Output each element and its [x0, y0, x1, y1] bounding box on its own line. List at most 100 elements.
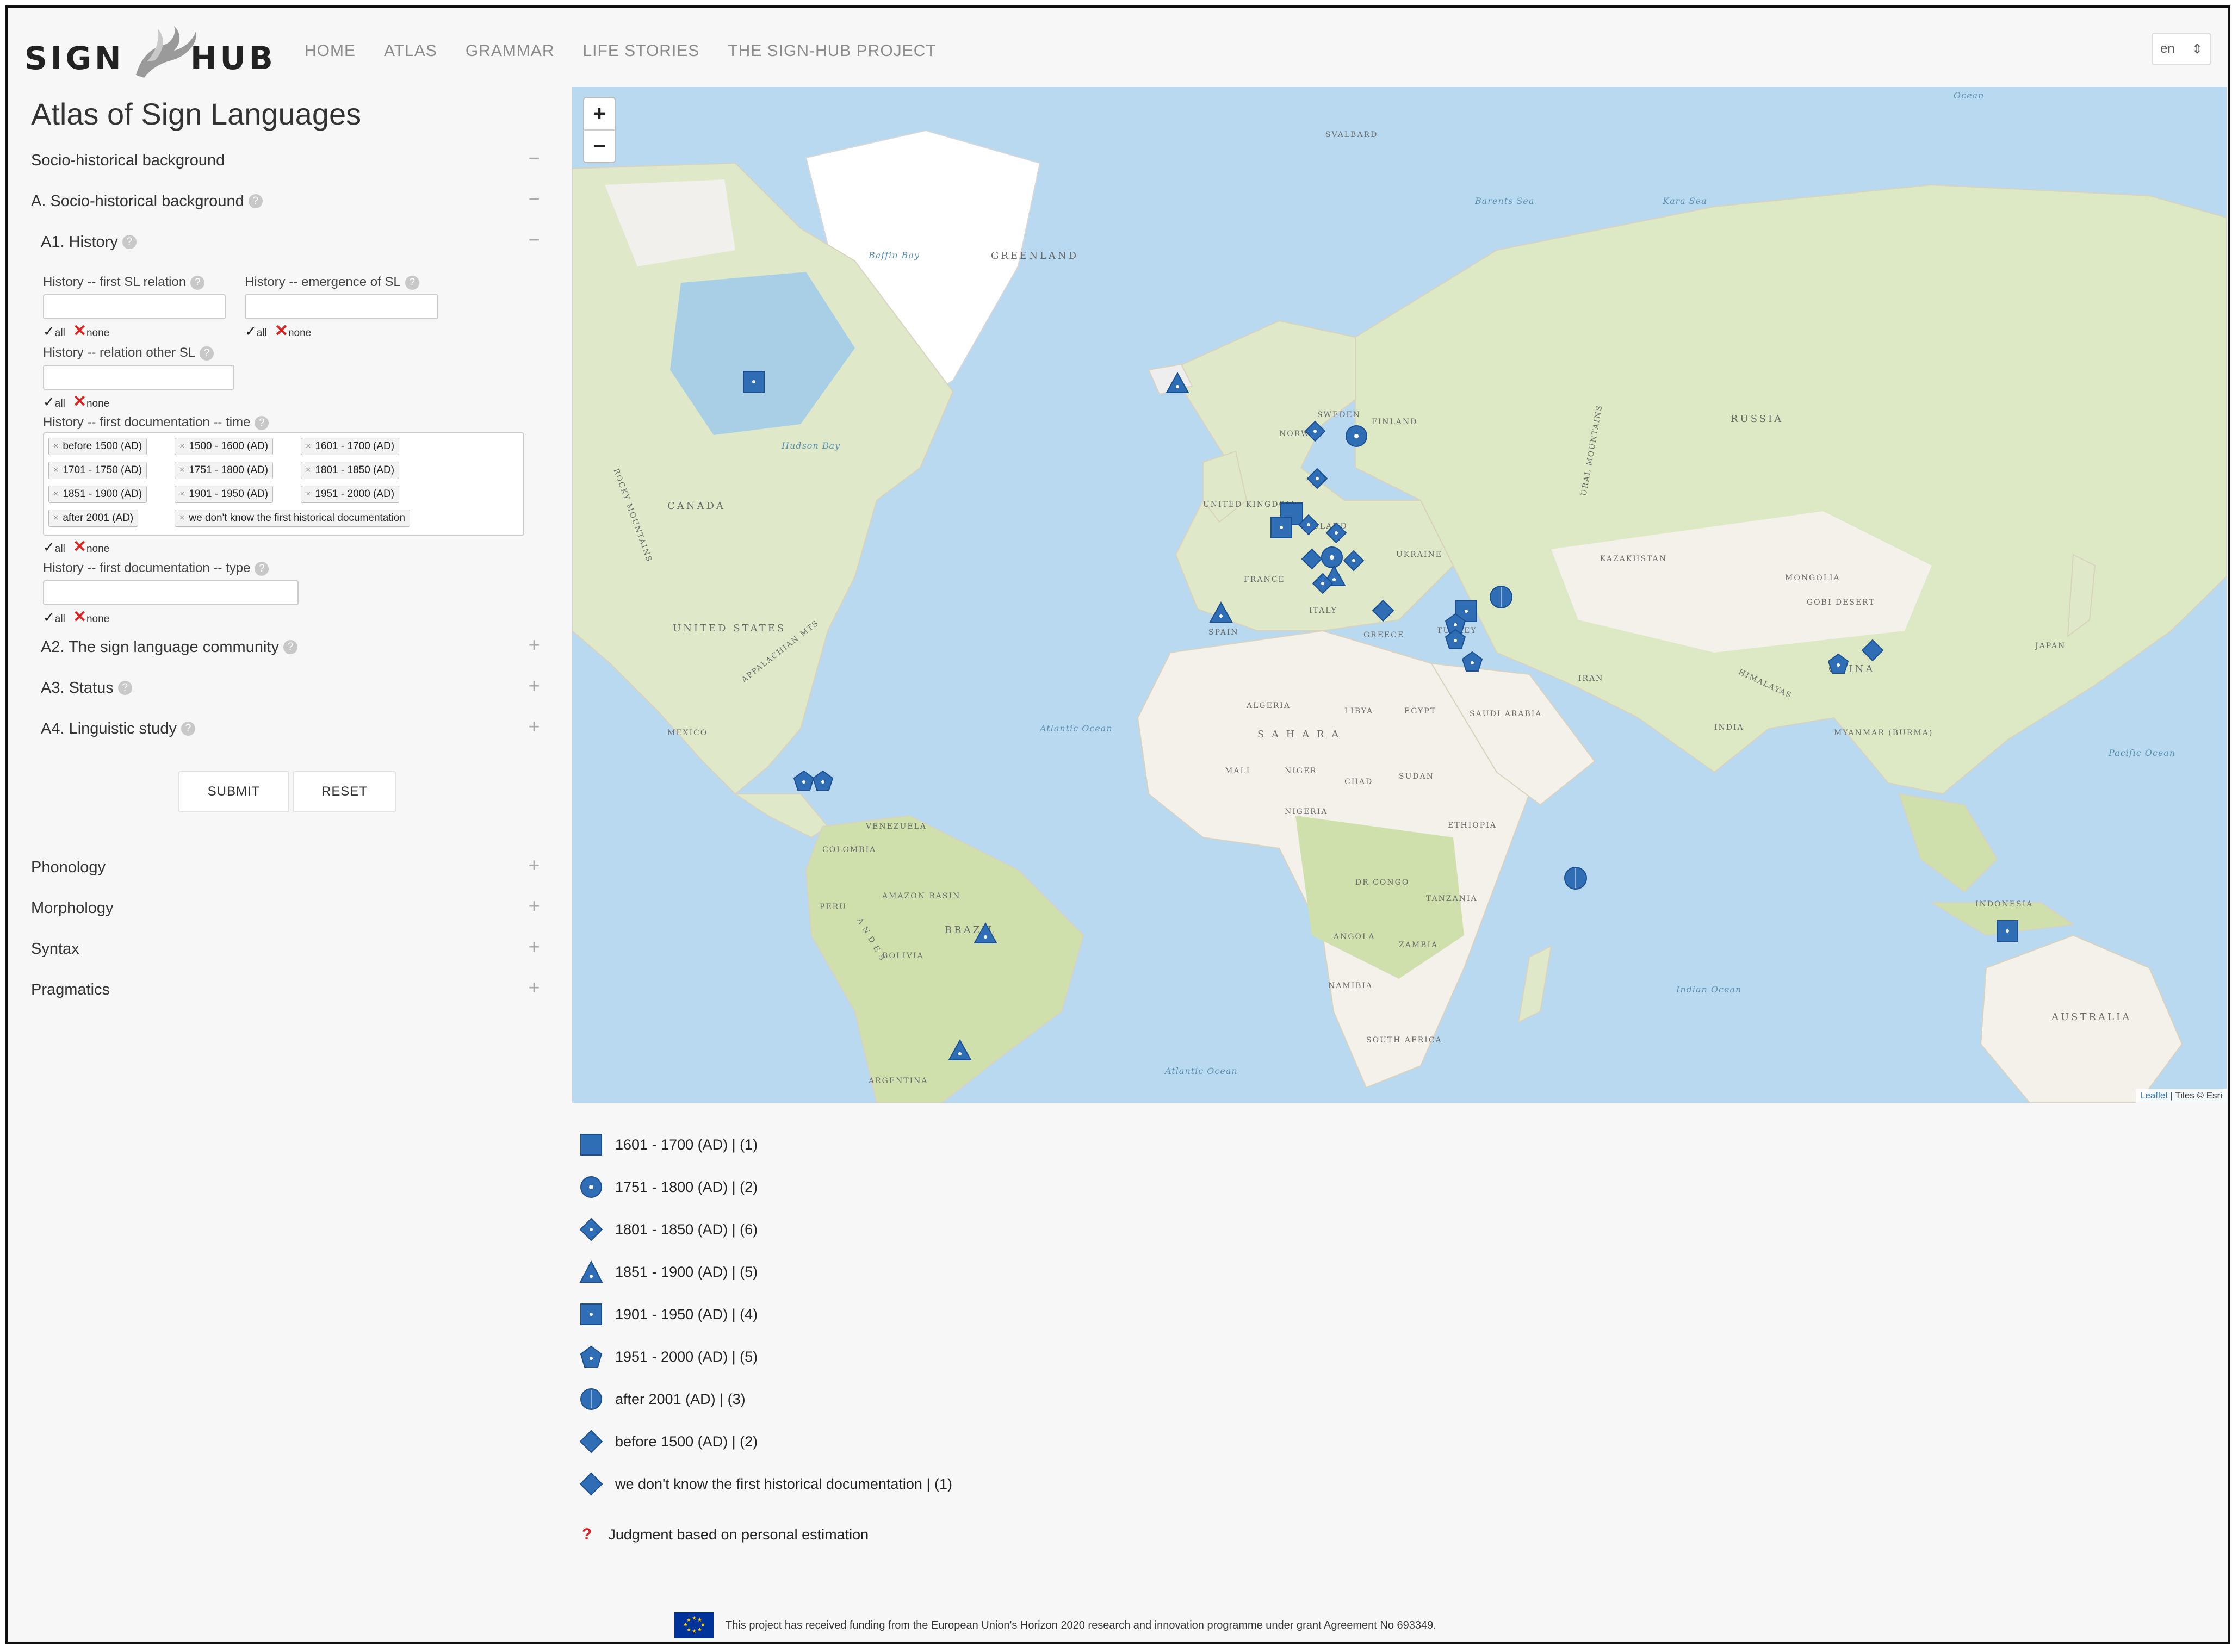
section-a-socio-historical[interactable]: A. Socio-historical background ? − [31, 188, 545, 215]
map-marker-diamond[interactable] [1861, 639, 1884, 662]
map-marker-diamond[interactable] [1301, 548, 1323, 570]
help-icon[interactable]: ? [122, 235, 137, 249]
select-all-link[interactable]: all [55, 327, 65, 339]
help-icon[interactable]: ? [200, 346, 214, 361]
nav-sign-hub-project[interactable]: THE SIGN-HUB PROJECT [728, 42, 936, 60]
cross-icon[interactable]: ✕ [73, 538, 86, 556]
section-a4-linguistic-study[interactable]: A4. Linguistic study ? + [41, 715, 545, 742]
tag-unknown-documentation[interactable]: × we don't know the first historical docu… [175, 510, 410, 527]
help-icon[interactable]: ? [248, 194, 263, 208]
map-marker-circle[interactable] [1344, 424, 1368, 448]
help-icon[interactable]: ? [255, 561, 269, 576]
expand-icon[interactable]: + [523, 895, 545, 917]
leaflet-link[interactable]: Leaflet [2140, 1090, 2168, 1101]
expand-icon[interactable]: + [523, 854, 545, 877]
select-none-link[interactable]: none [86, 613, 109, 625]
check-icon[interactable]: ✓ [245, 323, 257, 339]
zoom-in-button[interactable]: + [584, 98, 615, 131]
select-all-link[interactable]: all [55, 398, 65, 409]
select-none-link[interactable]: none [86, 543, 109, 555]
check-icon[interactable]: ✓ [43, 323, 55, 339]
section-pragmatics[interactable]: Pragmatics + [31, 976, 545, 1003]
tag-remove-icon[interactable]: × [53, 442, 58, 451]
tag-remove-icon[interactable]: × [179, 442, 184, 451]
select-all-link[interactable]: all [55, 613, 65, 625]
select-none-link[interactable]: none [288, 327, 311, 339]
tag-remove-icon[interactable]: × [179, 489, 184, 499]
tag-1951-2000[interactable]: × 1951 - 2000 (AD) [301, 486, 400, 503]
expand-icon[interactable]: + [523, 976, 545, 999]
emergence-of-sl-input[interactable] [245, 294, 438, 319]
tag-remove-icon[interactable]: × [53, 465, 58, 475]
tag-remove-icon[interactable]: × [306, 489, 311, 499]
sign-hub-logo[interactable]: SIGN HUB [24, 23, 280, 83]
tag-1851-1900[interactable]: × 1851 - 1900 (AD) [48, 486, 147, 503]
cross-icon[interactable]: ✕ [73, 393, 86, 411]
expand-icon[interactable]: + [523, 935, 545, 958]
language-select[interactable]: en ⇕ [2152, 33, 2211, 65]
map-marker-pentagon[interactable] [1444, 628, 1467, 651]
cross-icon[interactable]: ✕ [73, 322, 86, 340]
check-icon[interactable]: ✓ [43, 539, 55, 555]
map-marker-pentagon[interactable] [1461, 650, 1484, 673]
section-syntax[interactable]: Syntax + [31, 935, 545, 962]
tag-after-2001[interactable]: × after 2001 (AD) [48, 510, 139, 527]
map-marker-diamond-dot[interactable] [1304, 420, 1326, 442]
check-icon[interactable]: ✓ [43, 394, 55, 410]
expand-icon[interactable]: + [523, 634, 545, 656]
tag-1701-1750[interactable]: × 1701 - 1750 (AD) [48, 462, 147, 479]
relation-other-sl-input[interactable] [43, 365, 234, 390]
help-icon[interactable]: ? [190, 275, 205, 290]
tag-remove-icon[interactable]: × [53, 513, 58, 523]
tag-before-1500[interactable]: × before 1500 (AD) [48, 438, 147, 455]
map-marker-circle-line[interactable] [1489, 585, 1514, 610]
tag-remove-icon[interactable]: × [179, 465, 184, 475]
world-map[interactable]: + − GREENLAND CANADA UNITED STATES MEXIC… [572, 87, 2227, 1103]
tag-remove-icon[interactable]: × [306, 465, 311, 475]
nav-atlas[interactable]: ATLAS [384, 42, 437, 60]
expand-icon[interactable]: + [523, 715, 545, 738]
map-marker-diamond-dot[interactable] [1306, 468, 1328, 489]
collapse-icon[interactable]: − [523, 188, 545, 210]
map-marker-square-dot[interactable] [742, 370, 766, 394]
help-icon[interactable]: ? [117, 681, 132, 695]
reset-button[interactable]: RESET [293, 771, 396, 812]
tag-1901-1950[interactable]: × 1901 - 1950 (AD) [175, 486, 274, 503]
tag-remove-icon[interactable]: × [53, 489, 58, 499]
map-marker-triangle[interactable] [947, 1039, 972, 1061]
map-marker-diamond[interactable] [1372, 599, 1394, 622]
cross-icon[interactable]: ✕ [275, 322, 288, 340]
map-marker-diamond-dot[interactable] [1298, 514, 1319, 536]
section-a1-history[interactable]: A1. History ? − [41, 228, 545, 256]
select-none-link[interactable]: none [86, 327, 109, 339]
tag-1751-1800[interactable]: × 1751 - 1800 (AD) [175, 462, 274, 479]
collapse-icon[interactable]: − [523, 147, 545, 170]
zoom-out-button[interactable]: − [584, 131, 615, 162]
select-none-link[interactable]: none [86, 398, 109, 409]
section-a3-status[interactable]: A3. Status ? + [41, 674, 545, 701]
nav-life-stories[interactable]: LIFE STORIES [582, 42, 699, 60]
select-all-link[interactable]: all [55, 543, 65, 555]
tag-remove-icon[interactable]: × [306, 442, 311, 451]
section-morphology[interactable]: Morphology + [31, 895, 545, 922]
help-icon[interactable]: ? [255, 415, 269, 430]
tag-remove-icon[interactable]: × [179, 513, 184, 523]
map-marker-pentagon[interactable] [811, 769, 834, 792]
first-sl-relation-input[interactable] [43, 294, 226, 319]
expand-icon[interactable]: + [523, 674, 545, 697]
tag-1601-1700[interactable]: × 1601 - 1700 (AD) [301, 438, 400, 455]
check-icon[interactable]: ✓ [43, 609, 55, 625]
section-phonology[interactable]: Phonology + [31, 854, 545, 881]
collapse-icon[interactable]: − [523, 228, 545, 251]
map-marker-square-dot[interactable] [1995, 919, 2019, 943]
section-socio-historical[interactable]: Socio-historical background − [31, 147, 545, 174]
map-marker-triangle[interactable] [1208, 601, 1233, 624]
select-all-link[interactable]: all [257, 327, 267, 339]
nav-grammar[interactable]: GRAMMAR [466, 42, 555, 60]
first-doc-type-input[interactable] [43, 580, 299, 605]
tag-1801-1850[interactable]: × 1801 - 1850 (AD) [301, 462, 400, 479]
map-marker-square-dot[interactable] [1269, 516, 1293, 539]
help-icon[interactable]: ? [181, 722, 195, 736]
map-marker-diamond-dot[interactable] [1312, 573, 1334, 594]
map-marker-circle-line[interactable] [1563, 866, 1588, 891]
